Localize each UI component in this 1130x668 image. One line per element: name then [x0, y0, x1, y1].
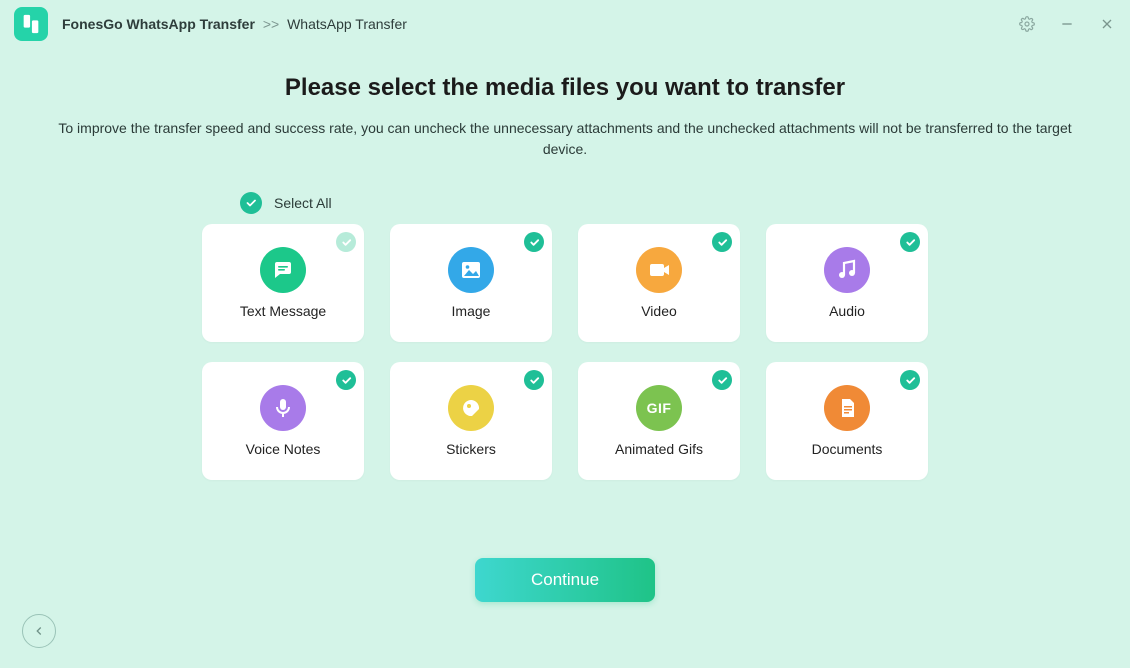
check-icon [245, 197, 257, 209]
settings-button[interactable] [1018, 15, 1036, 33]
card-documents[interactable]: Documents [766, 362, 928, 480]
card-label: Documents [812, 441, 883, 457]
select-all-row[interactable]: Select All [240, 192, 1100, 214]
card-label: Text Message [240, 303, 326, 319]
minimize-button[interactable] [1058, 15, 1076, 33]
card-text-message[interactable]: Text Message [202, 224, 364, 342]
continue-button[interactable]: Continue [475, 558, 655, 602]
microphone-icon [260, 385, 306, 431]
card-label: Audio [829, 303, 865, 319]
app-logo [14, 7, 48, 41]
breadcrumb-root: FonesGo WhatsApp Transfer [62, 16, 255, 32]
select-all-checkbox[interactable] [240, 192, 262, 214]
gif-icon: GIF [636, 385, 682, 431]
card-checkbox[interactable] [336, 370, 356, 390]
card-animated-gifs[interactable]: GIF Animated Gifs [578, 362, 740, 480]
sticker-icon [448, 385, 494, 431]
media-cards-grid: Text Message Image Video [30, 224, 1100, 480]
card-checkbox[interactable] [524, 370, 544, 390]
window-controls [1018, 15, 1116, 33]
check-icon [717, 237, 728, 248]
minimize-icon [1059, 16, 1075, 32]
close-icon [1099, 16, 1115, 32]
text-message-icon [260, 247, 306, 293]
card-checkbox[interactable] [900, 232, 920, 252]
card-label: Voice Notes [246, 441, 321, 457]
check-icon [341, 237, 352, 248]
phone-transfer-icon [20, 13, 42, 35]
close-button[interactable] [1098, 15, 1116, 33]
check-icon [905, 375, 916, 386]
card-video[interactable]: Video [578, 224, 740, 342]
document-icon [824, 385, 870, 431]
card-audio[interactable]: Audio [766, 224, 928, 342]
card-checkbox[interactable] [712, 370, 732, 390]
breadcrumb: FonesGo WhatsApp Transfer >> WhatsApp Tr… [62, 16, 407, 32]
breadcrumb-leaf: WhatsApp Transfer [287, 16, 407, 32]
card-checkbox[interactable] [900, 370, 920, 390]
card-label: Image [452, 303, 491, 319]
video-icon [636, 247, 682, 293]
title-bar: FonesGo WhatsApp Transfer >> WhatsApp Tr… [0, 0, 1130, 48]
page-title: Please select the media files you want t… [30, 74, 1100, 102]
main-content: Please select the media files you want t… [0, 48, 1130, 602]
card-checkbox[interactable] [336, 232, 356, 252]
card-label: Animated Gifs [615, 441, 703, 457]
audio-icon [824, 247, 870, 293]
card-voice-notes[interactable]: Voice Notes [202, 362, 364, 480]
card-image[interactable]: Image [390, 224, 552, 342]
select-all-label: Select All [274, 195, 332, 211]
back-button[interactable] [22, 614, 56, 648]
gear-icon [1019, 16, 1035, 32]
image-icon [448, 247, 494, 293]
card-stickers[interactable]: Stickers [390, 362, 552, 480]
breadcrumb-separator: >> [263, 16, 279, 32]
card-checkbox[interactable] [524, 232, 544, 252]
check-icon [905, 237, 916, 248]
check-icon [341, 375, 352, 386]
check-icon [529, 375, 540, 386]
check-icon [717, 375, 728, 386]
check-icon [529, 237, 540, 248]
card-label: Stickers [446, 441, 496, 457]
card-label: Video [641, 303, 677, 319]
chevron-left-icon [32, 624, 46, 638]
page-subtitle: To improve the transfer speed and succes… [45, 118, 1085, 160]
card-checkbox[interactable] [712, 232, 732, 252]
